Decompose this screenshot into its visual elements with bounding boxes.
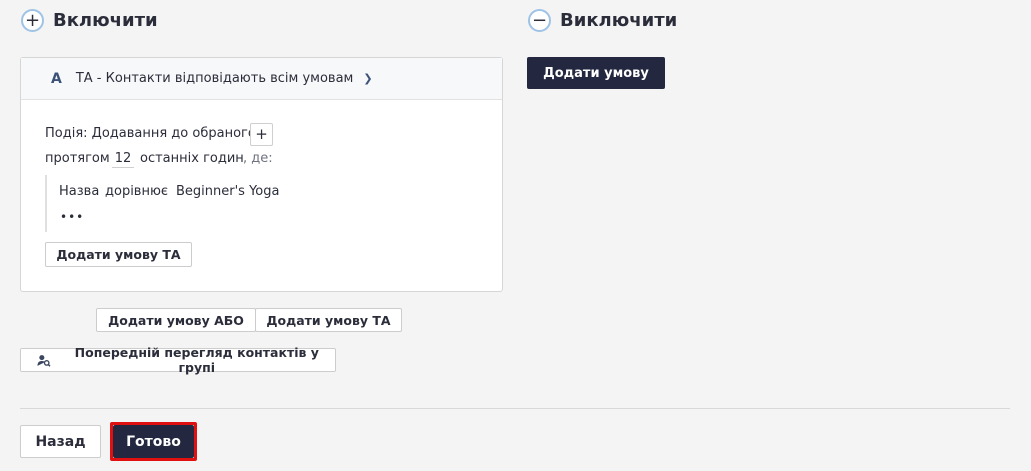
preview-contacts-button[interactable]: Попередній перегляд контактів у групі xyxy=(20,345,336,375)
during-label: протягом xyxy=(45,151,110,166)
more-options-icon[interactable]: ••• xyxy=(60,210,84,224)
done-button-highlight xyxy=(110,422,197,461)
add-or-condition-button[interactable]: Додати умову АБО xyxy=(96,308,256,332)
condition-field[interactable]: Назва xyxy=(59,184,99,199)
add-event-filter-button[interactable]: + xyxy=(250,123,273,146)
condition-value[interactable]: Beginner's Yoga xyxy=(176,184,279,199)
user-search-icon xyxy=(37,354,51,367)
card-add-and-condition-button[interactable]: Додати умову ТА xyxy=(45,242,192,267)
exclude-section-header: − Виключити xyxy=(528,9,677,32)
condition-group-header[interactable]: A ТА - Контакти відповідають всім умовам… xyxy=(21,58,502,100)
condition-operator[interactable]: дорівнює xyxy=(105,184,168,199)
group-match-label: ТА - Контакти відповідають всім умовам xyxy=(75,71,354,86)
event-label: Подія: Додавання до обраного xyxy=(45,126,256,141)
exclude-add-condition-button[interactable]: Додати умову xyxy=(527,57,665,89)
include-section-header: + Включити xyxy=(21,9,158,32)
preview-contacts-label: Попередній перегляд контактів у групі xyxy=(74,345,319,375)
footer-divider xyxy=(20,408,1010,409)
where-label: , де: xyxy=(243,151,273,166)
minus-circle-icon[interactable]: − xyxy=(528,9,551,32)
add-and-condition-button[interactable]: Додати умову ТА xyxy=(255,308,402,332)
include-title: Включити xyxy=(53,10,158,31)
group-letter: A xyxy=(51,70,62,87)
plus-circle-icon[interactable]: + xyxy=(21,9,44,32)
chevron-down-icon[interactable]: ❯ xyxy=(363,72,372,85)
hours-input[interactable]: 12 xyxy=(112,151,134,168)
back-button[interactable]: Назад xyxy=(20,425,101,458)
condition-rule-line xyxy=(45,175,47,232)
exclude-title: Виключити xyxy=(560,10,678,31)
hours-label: останніх годин xyxy=(140,151,244,166)
